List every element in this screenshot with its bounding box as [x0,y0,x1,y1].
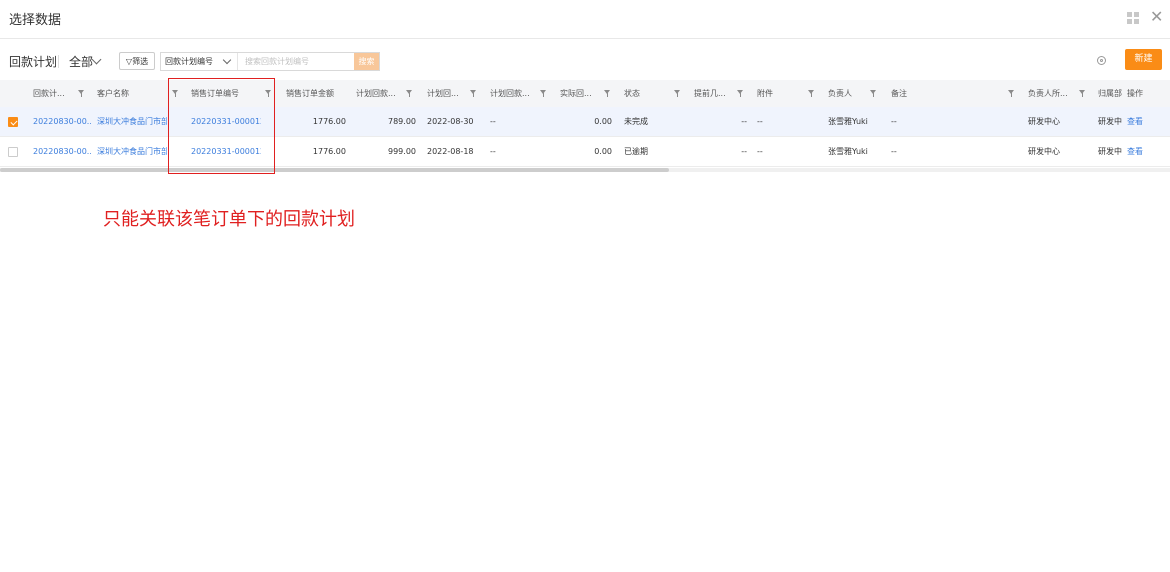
settings-icon[interactable] [1097,56,1106,65]
column-header: 状态 [624,89,640,98]
column-header: 计划回款... [356,89,396,98]
column-header: 计划回款... [490,89,530,98]
plan-amount: 999.00 [388,147,416,156]
search-field-select[interactable]: 回款计划编号 [165,53,213,70]
filter-funnel-icon[interactable] [674,90,680,97]
scope-dropdown[interactable]: 全部 [69,53,93,70]
search-button[interactable]: 搜索 [354,53,379,70]
owner: 张雪雅Yuki [828,117,868,126]
plan-other: -- [490,147,496,156]
toolbar: 回款计划 全部 ▽筛选 回款计划编号 搜索 新建 [0,48,1170,74]
toolbar-title: 回款计划 [9,55,58,69]
view-link[interactable]: 查看 [1127,107,1151,137]
filter-funnel-icon[interactable] [1079,90,1085,97]
grid-icon[interactable] [1127,12,1139,24]
chevron-down-icon[interactable] [91,54,102,65]
advance-days: -- [741,117,747,126]
column-header: 负责人所... [1028,89,1068,98]
close-icon[interactable]: ✕ [1150,8,1163,26]
annotation-highlight-box [168,78,275,174]
customer-link[interactable]: 深圳大冲食品门市部 [97,137,167,167]
column-header: 备注 [891,89,907,98]
plan-number-link[interactable]: 20220830-00... [33,137,91,167]
column-header: 客户名称 [97,89,129,98]
filter-funnel-icon[interactable] [78,90,84,97]
plan-date: 2022-08-18 [427,147,474,156]
status-text: 未完成 [624,117,648,126]
dialog-title: 选择数据 [9,13,62,28]
column-header: 操作 [1127,89,1143,98]
remark: -- [891,147,897,156]
dialog-header: 选择数据 ✕ [0,0,1170,39]
column-header: 销售订单金额 [286,89,334,98]
column-header: 计划回... [427,89,459,98]
filter-button[interactable]: ▽筛选 [119,52,155,70]
chevron-down-icon[interactable] [222,55,232,65]
filter-funnel-icon[interactable] [604,90,610,97]
filter-funnel-icon[interactable] [737,90,743,97]
view-link[interactable]: 查看 [1127,137,1151,167]
attachment: -- [757,117,763,126]
row-checkbox[interactable] [8,147,18,157]
actual-amount: 0.00 [594,117,612,126]
search-divider [237,53,238,70]
filter-funnel-icon[interactable] [808,90,814,97]
row-checkbox[interactable] [8,117,18,127]
advance-days: -- [741,147,747,156]
dept: 研发中 [1098,147,1122,156]
owner-dept: 研发中心 [1028,117,1060,126]
column-header: 附件 [757,89,773,98]
order-amount: 1776.00 [312,147,346,156]
plan-date: 2022-08-30 [427,117,474,126]
filter-funnel-icon[interactable] [540,90,546,97]
plan-other: -- [490,117,496,126]
column-header: 归属部 [1098,89,1122,98]
filter-funnel-icon[interactable] [470,90,476,97]
column-header: 负责人 [828,89,852,98]
status-text: 已逾期 [624,147,648,156]
column-header: 实际回... [560,89,592,98]
search-box: 回款计划编号 搜索 [160,52,380,71]
remark: -- [891,117,897,126]
attachment: -- [757,147,763,156]
filter-label: 筛选 [132,57,149,66]
horizontal-scrollbar-thumb[interactable] [0,168,669,172]
customer-link[interactable]: 深圳大冲食品门市部 [97,107,167,137]
new-button[interactable]: 新建 [1125,49,1162,70]
filter-funnel-icon[interactable] [870,90,876,97]
annotation-note: 只能关联该笔订单下的回款计划 [103,209,355,230]
column-header: 提前几... [694,89,726,98]
plan-number-link[interactable]: 20220830-00... [33,107,91,137]
column-header: 回款计... [33,89,65,98]
dept: 研发中 [1098,117,1122,126]
order-amount: 1776.00 [312,117,346,126]
owner-dept: 研发中心 [1028,147,1060,156]
filter-funnel-icon[interactable] [1008,90,1014,97]
toolbar-divider [58,55,59,68]
owner: 张雪雅Yuki [828,147,868,156]
filter-funnel-icon[interactable] [406,90,412,97]
plan-amount: 789.00 [388,117,416,126]
search-input[interactable] [241,53,359,70]
actual-amount: 0.00 [594,147,612,156]
